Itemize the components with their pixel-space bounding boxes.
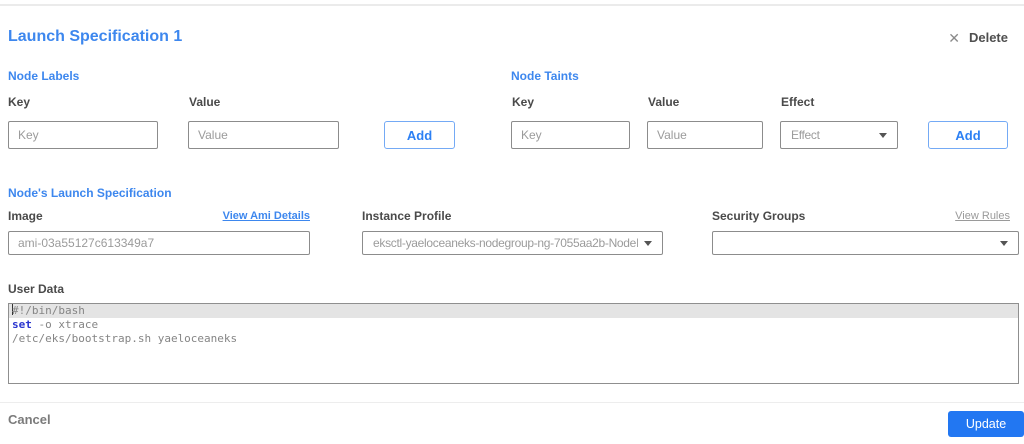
security-groups-select[interactable] [712,231,1019,255]
cancel-button[interactable]: Cancel [8,412,51,427]
top-divider [0,4,1024,6]
footer-divider [0,402,1024,403]
code-line-3: /etc/eks/bootstrap.sh yaeloceaneks [12,332,238,345]
page-title: Launch Specification 1 [8,28,183,45]
node-labels-value-label: Value [189,95,221,109]
view-ami-details-link[interactable]: View Ami Details [223,210,310,222]
chevron-down-icon [1000,240,1008,246]
chevron-down-icon [644,240,652,246]
node-labels-section-title: Node Labels [8,69,80,83]
launch-specification-panel: Launch Specification 1 ✕ Delete Node Lab… [0,0,1024,444]
node-taints-key-input[interactable] [511,121,630,149]
code-line-2: set -o xtrace [12,318,99,331]
node-labels-key-label: Key [8,95,31,109]
instance-profile-label: Instance Profile [362,209,452,223]
code-line-1: #!/bin/bash [9,304,1018,318]
chevron-down-icon [879,132,887,138]
update-button[interactable]: Update [948,411,1024,437]
node-labels-key-input[interactable] [8,121,158,149]
node-labels-add-button[interactable]: Add [384,121,455,149]
launch-spec-section-title: Node's Launch Specification [8,186,172,200]
node-taints-value-input[interactable] [647,121,763,149]
security-groups-label: Security Groups [712,209,806,223]
close-icon: ✕ [948,29,960,46]
node-taints-effect-select[interactable]: Effect [780,121,898,149]
node-taints-key-label: Key [512,95,535,109]
node-taints-effect-label: Effect [781,95,815,109]
delete-button-label: Delete [968,30,1008,45]
instance-profile-value: eksctl-yaeloceaneks-nodegroup-ng-7055aa2… [373,236,638,250]
delete-button[interactable]: ✕ Delete [948,30,1008,45]
node-taints-value-label: Value [648,95,680,109]
image-input[interactable] [8,231,310,255]
user-data-label: User Data [8,282,65,296]
node-labels-value-input[interactable] [188,121,339,149]
view-rules-link[interactable]: View Rules [955,210,1010,222]
node-taints-section-title: Node Taints [511,69,579,83]
node-taints-add-label: Add [955,127,981,143]
image-label: Image [8,209,43,223]
node-taints-add-button[interactable]: Add [928,121,1008,149]
user-data-code-editor[interactable]: #!/bin/bash set -o xtrace /etc/eks/boots… [8,303,1019,384]
instance-profile-select[interactable]: eksctl-yaeloceaneks-nodegroup-ng-7055aa2… [362,231,663,255]
node-labels-add-label: Add [406,127,433,143]
effect-select-placeholder: Effect [791,128,820,142]
